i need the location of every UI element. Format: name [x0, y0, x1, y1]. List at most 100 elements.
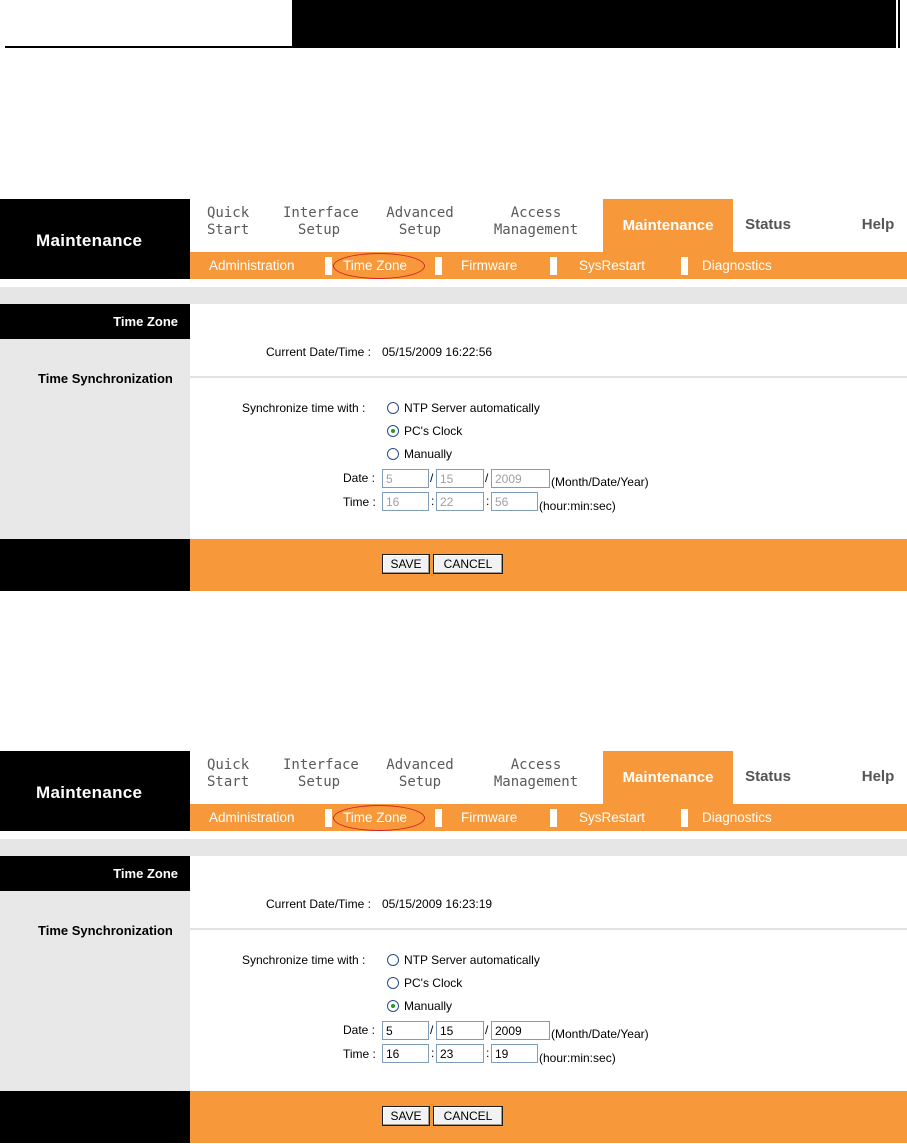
radio-pc-button[interactable] — [387, 977, 399, 989]
date-format-hint: (Month/Date/Year) — [551, 1027, 649, 1041]
time-hour-input[interactable] — [382, 1044, 429, 1063]
main-menu: Quick Start Interface Setup Advanced Setup … — [190, 199, 907, 252]
date-day-input[interactable] — [436, 469, 484, 488]
subnav-separator — [325, 809, 332, 827]
footer-actions: SAVE CANCEL — [190, 539, 907, 591]
document-header-bar — [0, 0, 907, 52]
section-title-block: Time Zone — [0, 304, 190, 339]
date-month-input[interactable] — [382, 469, 429, 488]
time-separator: : — [431, 494, 435, 508]
menu-quick-start[interactable]: Quick Start — [207, 205, 249, 239]
menu-maintenance[interactable]: Maintenance — [603, 199, 733, 252]
time-format-hint: (hour:min:sec) — [539, 499, 616, 513]
time-minute-input[interactable] — [436, 1044, 484, 1063]
cancel-button[interactable]: CANCEL — [433, 1106, 503, 1126]
menu-maintenance[interactable]: Maintenance — [603, 751, 733, 804]
subnav-diagnostics[interactable]: Diagnostics — [702, 804, 772, 831]
time-hour-input[interactable] — [382, 492, 429, 511]
menu-access-management[interactable]: Access Management — [486, 757, 586, 791]
section-title-block: Time Zone — [0, 856, 190, 891]
section-label: Time Synchronization — [38, 371, 173, 386]
subnav-sysrestart[interactable]: SysRestart — [579, 804, 645, 831]
footer-actions: SAVE CANCEL — [190, 1091, 907, 1143]
subnav-administration[interactable]: Administration — [209, 804, 295, 831]
header-right-rule — [898, 0, 900, 48]
date-year-input[interactable] — [491, 469, 550, 488]
current-datetime-label: Current Date/Time : — [266, 897, 371, 911]
gray-strip — [0, 839, 907, 856]
menu-interface-setup[interactable]: Interface Setup — [283, 757, 359, 791]
form-content: Current Date/Time : 05/15/2009 16:23:19 … — [190, 856, 907, 1091]
subnav-diagnostics[interactable]: Diagnostics — [702, 252, 772, 279]
radio-ntp-label: NTP Server automatically — [404, 953, 540, 967]
section-title: Time Zone — [113, 866, 178, 881]
save-button[interactable]: SAVE — [382, 1106, 430, 1126]
divider — [190, 928, 907, 930]
menu-interface-setup[interactable]: Interface Setup — [283, 205, 359, 239]
header-left-rule — [5, 0, 292, 48]
divider — [190, 376, 907, 378]
date-separator: / — [485, 471, 489, 485]
menu-advanced-setup[interactable]: Advanced Setup — [380, 757, 460, 791]
date-label: Date : — [343, 471, 376, 485]
time-label: Time : — [343, 495, 376, 509]
radio-ntp-button[interactable] — [387, 402, 399, 414]
time-separator: : — [486, 1046, 490, 1060]
date-label: Date : — [343, 1023, 376, 1037]
cancel-button[interactable]: CANCEL — [433, 554, 503, 574]
radio-pc-label: PC's Clock — [404, 424, 463, 438]
subnav-sysrestart[interactable]: SysRestart — [579, 252, 645, 279]
save-button[interactable]: SAVE — [382, 554, 430, 574]
subnav-separator — [681, 257, 688, 275]
date-day-input[interactable] — [436, 1021, 484, 1040]
subnav-firmware[interactable]: Firmware — [461, 252, 517, 279]
time-minute-input[interactable] — [436, 492, 484, 511]
footer-left-block — [0, 539, 190, 591]
subnav-separator — [550, 809, 557, 827]
menu-access-management[interactable]: Access Management — [486, 205, 586, 239]
subnav-time-zone[interactable]: Time Zone — [343, 252, 407, 279]
radio-pc-label: PC's Clock — [404, 976, 463, 990]
form-content: Current Date/Time : 05/15/2009 16:22:56 … — [190, 304, 907, 539]
section-title: Time Zone — [113, 314, 178, 329]
subnav-separator — [681, 809, 688, 827]
subnav-time-zone[interactable]: Time Zone — [343, 804, 407, 831]
subnav-administration[interactable]: Administration — [209, 252, 295, 279]
section-label: Time Synchronization — [38, 923, 173, 938]
time-separator: : — [486, 494, 490, 508]
brand-block: Maintenance — [0, 199, 190, 279]
radio-manual-button[interactable] — [387, 448, 399, 460]
radio-ntp-label: NTP Server automatically — [404, 401, 540, 415]
time-separator: : — [431, 1046, 435, 1060]
menu-quick-start[interactable]: Quick Start — [207, 757, 249, 791]
subnav-separator — [325, 257, 332, 275]
brand-title: Maintenance — [36, 231, 143, 250]
radio-manual-button[interactable] — [387, 1000, 399, 1012]
subnav-separator — [435, 257, 442, 275]
brand-block: Maintenance — [0, 751, 190, 831]
menu-help[interactable]: Help — [858, 216, 898, 233]
date-format-hint: (Month/Date/Year) — [551, 475, 649, 489]
date-year-input[interactable] — [491, 1021, 550, 1040]
menu-status[interactable]: Status — [743, 216, 793, 233]
time-second-input[interactable] — [491, 492, 538, 511]
menu-status[interactable]: Status — [743, 768, 793, 785]
radio-pc-button[interactable] — [387, 425, 399, 437]
menu-advanced-setup[interactable]: Advanced Setup — [380, 205, 460, 239]
time-label: Time : — [343, 1047, 376, 1061]
router-settings-panel-2: Maintenance Quick Start Interface Setup Ad… — [0, 751, 907, 1143]
header-black-band — [292, 0, 896, 48]
subnav-firmware[interactable]: Firmware — [461, 804, 517, 831]
radio-ntp-button[interactable] — [387, 954, 399, 966]
date-month-input[interactable] — [382, 1021, 429, 1040]
gray-strip — [0, 287, 907, 304]
sub-navigation: Administration Time Zone Firmware SysRes… — [190, 252, 907, 279]
current-datetime-value: 05/15/2009 16:22:56 — [382, 345, 493, 359]
time-second-input[interactable] — [491, 1044, 538, 1063]
radio-manual-label: Manually — [404, 447, 453, 461]
footer-left-block — [0, 1091, 190, 1143]
current-datetime-label: Current Date/Time : — [266, 345, 371, 359]
current-datetime-value: 05/15/2009 16:23:19 — [382, 897, 493, 911]
time-format-hint: (hour:min:sec) — [539, 1051, 616, 1065]
menu-help[interactable]: Help — [858, 768, 898, 785]
